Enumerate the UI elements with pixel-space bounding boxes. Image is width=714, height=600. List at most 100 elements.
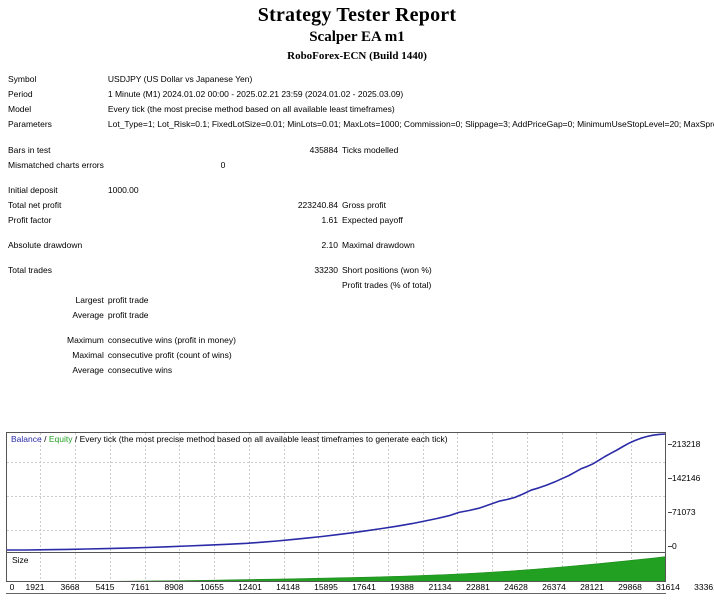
ticks-modelled-value: 46920867 [702, 143, 714, 158]
table-row-profit-loss-trades: Profit trades (% of total) 16354 (49.21%… [6, 278, 714, 293]
grid-lines [7, 433, 665, 551]
x-axis-label-18: 31614 [656, 582, 680, 592]
report-table: Symbol USDJPY (US Dollar vs Japanese Yen… [6, 72, 714, 378]
expert-name: Scalper EA m1 [309, 29, 405, 45]
legend-separator: / [44, 434, 47, 444]
largest-profit-trade-value: 1226.21 [702, 293, 714, 308]
table-row-period: Period 1 Minute (M1) 2024.01.02 00:00 - … [6, 87, 714, 102]
parameters-value: Lot_Type=1; Lot_Risk=0.1; FixedLotSize=0… [107, 119, 714, 129]
empty-cell [340, 183, 702, 198]
spacer [6, 173, 714, 183]
empty-cell [340, 158, 702, 173]
empty-cell [340, 363, 702, 378]
table-row-average-consecutive: Average consecutive wins 2 consecutive l… [6, 363, 714, 378]
mismatched-charts-errors-label: Mismatched charts errors [8, 159, 104, 170]
y-axis-label-1: 142146 [672, 473, 701, 483]
gross-profit-value: 590707.63 [702, 198, 714, 213]
table-row-maximal-consecutive: Maximal consecutive profit (count of win… [6, 348, 714, 363]
max-consecutive-wins-label: consecutive wins (profit in money) [107, 334, 236, 345]
empty-cell [340, 333, 702, 348]
x-axis-label-7: 12401 [238, 582, 262, 592]
absolute-drawdown-value: 2.10 [321, 239, 338, 250]
spread-label: Spread [702, 183, 714, 198]
empty-cell [340, 348, 702, 363]
y-axis-label-2: 71073 [672, 507, 696, 517]
period-value: 1 Minute (M1) 2024.01.02 00:00 - 2025.02… [107, 89, 404, 99]
symbol-label: Symbol [8, 74, 37, 84]
strategy-tester-report-page: Strategy Tester Report Scalper EA m1 Rob… [0, 0, 714, 600]
x-axis-label-0: 0 [9, 582, 15, 592]
profit-trades-label: Profit trades (% of total) [342, 279, 432, 290]
legend-separator: / [74, 434, 78, 444]
balance-curve-svg [7, 433, 665, 551]
x-axis-label-11: 19388 [390, 582, 414, 592]
x-axis-label-2: 3668 [60, 582, 80, 592]
size-area [113, 556, 665, 581]
bars-in-test-label: Bars in test [8, 144, 51, 155]
profit-factor-label: Profit factor [8, 214, 52, 225]
chart-plot-box[interactable]: Balance / Equity / Every tick (the most … [6, 432, 666, 582]
average-profit-trade-value: 36.12 [702, 308, 714, 323]
initial-deposit-value: 1000.00 [107, 184, 139, 195]
parameters-label: Parameters [8, 119, 52, 129]
x-axis-label-8: 14148 [276, 582, 300, 592]
x-axis-label-16: 28121 [580, 582, 604, 592]
x-axis-label-17: 29868 [618, 582, 642, 592]
model-value: Every tick (the most precise method base… [107, 104, 395, 114]
size-pane: Size [7, 552, 665, 581]
x-axis-label-12: 21134 [428, 582, 452, 592]
table-row-maximum-consecutive: Maximum consecutive wins (profit in mone… [6, 333, 714, 348]
x-axis-label-14: 24628 [504, 582, 528, 592]
maximal-label: Maximal [72, 349, 104, 360]
largest-profit-trade-label: profit trade [107, 294, 149, 305]
x-axis-label-4: 7161 [130, 582, 150, 592]
x-axis-label-6: 10655 [200, 582, 224, 592]
average-consecutive-label: Average [72, 364, 104, 375]
gross-profit-label: Gross profit [342, 199, 386, 210]
table-row-bars: Bars in test 435884 Ticks modelled 46920… [6, 143, 714, 158]
ticks-modelled-label: Ticks modelled [342, 144, 399, 155]
model-label: Model [8, 104, 32, 114]
empty-cell [702, 158, 714, 173]
spacer [6, 133, 714, 143]
x-axis-line [6, 593, 666, 594]
table-row-initial-deposit: Initial deposit 1000.00 Spread Current (… [6, 183, 714, 198]
initial-deposit-label: Initial deposit [8, 184, 58, 195]
total-net-profit-value: 223240.84 [297, 199, 338, 210]
x-axis-label-5: 8908 [164, 582, 184, 592]
average-profit-trade-label: profit trade [107, 309, 149, 320]
symbol-value: USDJPY (US Dollar vs Japanese Yen) [107, 74, 253, 84]
short-positions-label: Short positions (won %) [342, 264, 432, 275]
size-label: Size [12, 555, 29, 565]
table-row-mismatched: Mismatched charts errors 0 [6, 158, 714, 173]
chart-y-axis: 213218 142146 71073 0 [668, 432, 714, 582]
maximum-label: Maximum [67, 334, 104, 345]
y-axis-label-0: 213218 [672, 439, 701, 449]
absolute-drawdown-label: Absolute drawdown [8, 239, 83, 250]
maximal-drawdown-label: Maximal drawdown [342, 239, 415, 250]
page-title: Strategy Tester Report [257, 4, 457, 26]
avg-consecutive-wins-value: 2 [702, 363, 714, 378]
legend-description: Every tick (the most precise method base… [79, 434, 448, 444]
spacer [6, 228, 714, 238]
empty-cell [6, 278, 106, 293]
table-row-average: Average profit trade 36.12 loss trade -2… [6, 308, 714, 323]
legend-balance-label: Balance [11, 434, 42, 444]
table-row-profit-factor: Profit factor 1.61 Expected payoff 6.72 [6, 213, 714, 228]
expected-payoff-value: 6.72 [702, 213, 714, 228]
profit-factor-value: 1.61 [321, 214, 338, 225]
spacer [6, 253, 714, 263]
balance-equity-chart: Balance / Equity / Every tick (the most … [6, 432, 708, 582]
average-label: Average [72, 309, 104, 320]
legend-equity-label: Equity [48, 434, 73, 444]
x-axis-label-3: 5415 [95, 582, 115, 592]
balance-pane [7, 433, 665, 551]
bars-in-test-value: 435884 [309, 144, 338, 155]
table-row-drawdown: Absolute drawdown 2.10 Maximal drawdown … [6, 238, 714, 253]
chart-legend: Balance / Equity / Every tick (the most … [11, 434, 448, 445]
empty-cell [340, 308, 702, 323]
table-row-net-profit: Total net profit 223240.84 Gross profit … [6, 198, 714, 213]
x-axis-label-15: 26374 [542, 582, 566, 592]
x-axis-label-1: 1921 [25, 582, 45, 592]
max-consecutive-wins-value: 19 (1550.92) [702, 333, 714, 348]
